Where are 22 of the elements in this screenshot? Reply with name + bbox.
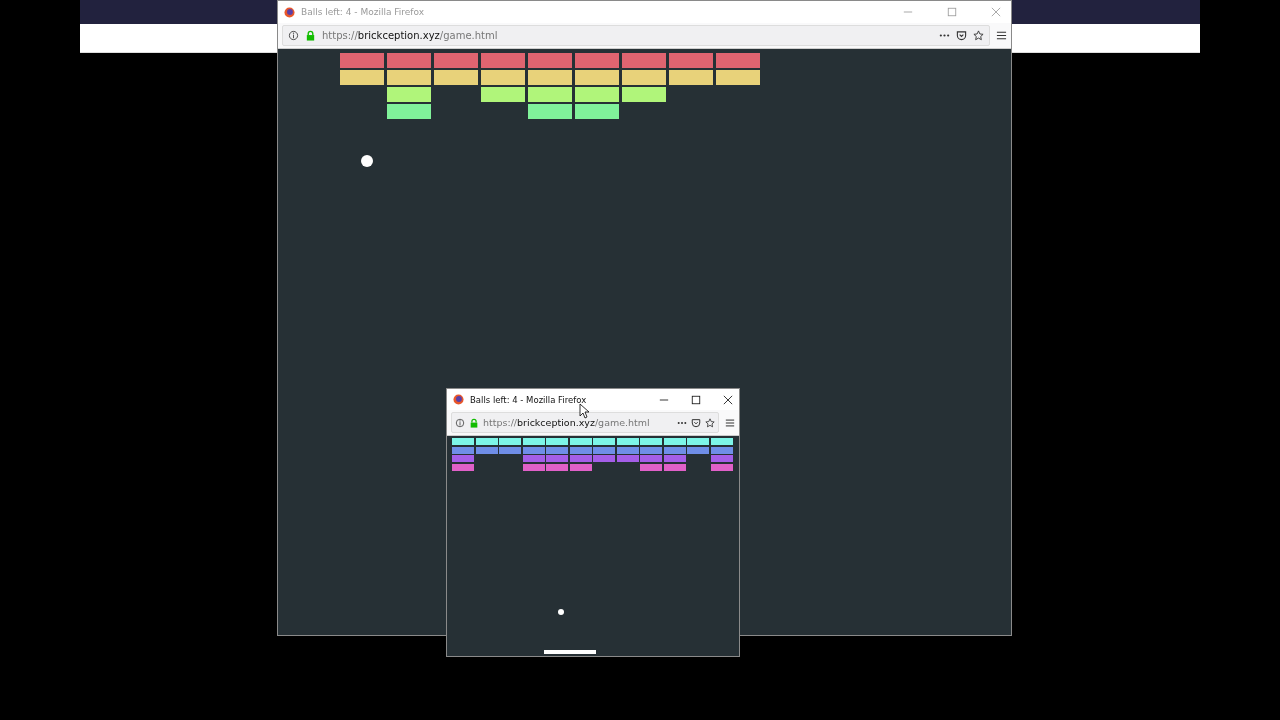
info-icon[interactable]: [455, 417, 465, 428]
address-bar[interactable]: https://brickception.xyz/game.html: [282, 25, 990, 46]
paddle: [544, 650, 596, 654]
address-bar[interactable]: https://brickception.xyz/game.html: [451, 412, 719, 433]
pocket-icon[interactable]: [691, 417, 701, 428]
lock-icon: [305, 30, 316, 41]
url-text: https://brickception.xyz/game.html: [483, 417, 650, 428]
window-title: Balls left: 4 - Mozilla Firefox: [470, 394, 587, 405]
pocket-icon[interactable]: [956, 30, 967, 41]
info-icon[interactable]: [288, 30, 299, 41]
star-icon[interactable]: [705, 417, 715, 428]
ball: [558, 609, 564, 615]
lock-icon: [469, 417, 479, 428]
browser-logo-icon: [284, 6, 295, 18]
star-icon[interactable]: [973, 30, 984, 41]
ball: [361, 155, 373, 167]
url-text: https://brickception.xyz/game.html: [322, 30, 498, 41]
maximize-icon[interactable]: [691, 394, 701, 405]
window-title: Balls left: 4 - Mozilla Firefox: [301, 7, 425, 17]
browser-logo-icon: [453, 394, 464, 405]
close-icon[interactable]: [723, 394, 733, 405]
menu-icon[interactable]: [996, 30, 1007, 41]
